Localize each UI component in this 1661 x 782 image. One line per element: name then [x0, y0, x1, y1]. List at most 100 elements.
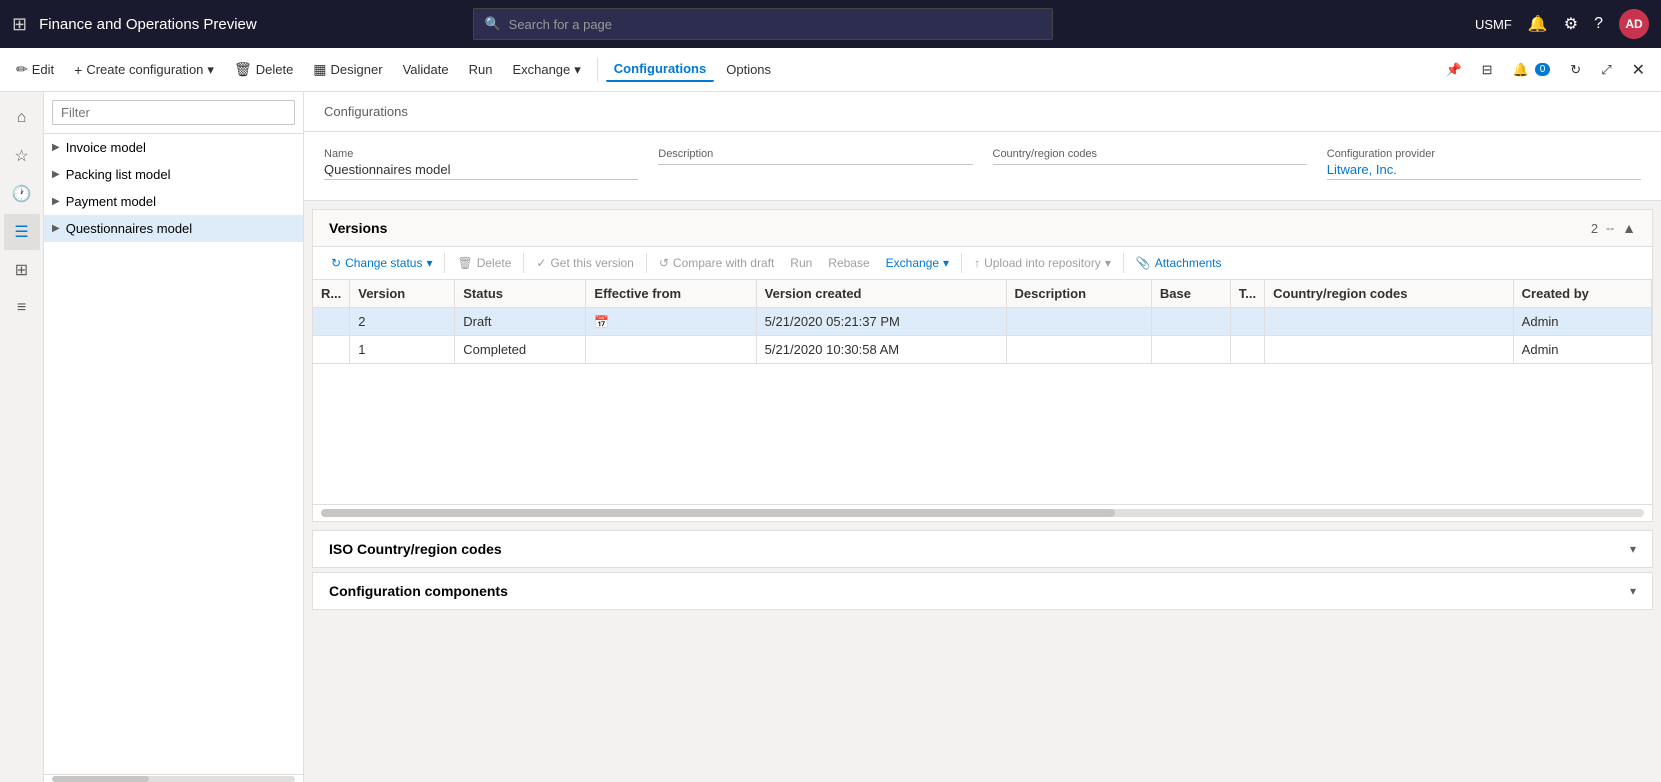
search-input[interactable] [509, 17, 1043, 32]
country-region-value [993, 162, 1307, 165]
settings-icon[interactable]: ⚙ [1564, 14, 1578, 34]
row-base [1151, 308, 1230, 336]
separator [597, 58, 598, 82]
delete-button[interactable]: 🗑 Delete [226, 57, 301, 82]
badge-button[interactable]: 🔔0 [1505, 58, 1559, 82]
versions-table: R... Version Status Effective from Versi… [313, 280, 1652, 364]
change-status-button[interactable]: ↻ Change status ▾ [325, 253, 438, 273]
open-button[interactable]: ⤢ [1593, 58, 1619, 82]
tree-filter-area [44, 92, 303, 134]
description-value [658, 162, 972, 165]
designer-button[interactable]: ▦ Designer [305, 57, 390, 82]
get-this-version-button[interactable]: ✓ Get this version [530, 253, 639, 273]
vtb-exchange-button[interactable]: Exchange ▾ [880, 253, 955, 273]
name-label: Name [324, 148, 638, 160]
notification-badge: 0 [1535, 63, 1551, 76]
form-section: Name Questionnaires model Description Co… [304, 132, 1661, 201]
tree-item-packing[interactable]: ▶ Packing list model [44, 161, 303, 188]
row-description [1006, 336, 1151, 364]
row-t [1230, 336, 1264, 364]
pin-button[interactable]: 📌 [1437, 58, 1469, 82]
notification-icon[interactable]: 🔔 [1528, 14, 1548, 34]
exchange-chevron-icon: ▾ [574, 62, 581, 78]
refresh-button[interactable]: ↻ [1562, 58, 1589, 82]
help-icon[interactable]: ? [1594, 15, 1603, 33]
calendar-icon[interactable]: 📅 [594, 315, 609, 329]
plus-icon: + [74, 62, 82, 78]
row-indicator [313, 308, 350, 336]
tree-item-questionnaires[interactable]: ▶ Questionnaires model [44, 215, 303, 242]
row-effective-from: 📅 [586, 308, 756, 336]
sidebar-list-icon[interactable]: ≡ [4, 290, 40, 326]
sidebar-recent-icon[interactable]: 🕐 [4, 176, 40, 212]
exchange-button[interactable]: Exchange ▾ [504, 58, 588, 82]
versions-collapse-icon[interactable]: ▲ [1622, 220, 1636, 236]
edit-button[interactable]: ✏ Edit [8, 57, 62, 82]
toolbar-separator-1 [444, 253, 445, 273]
create-configuration-button[interactable]: + Create configuration ▾ [66, 58, 222, 82]
close-button[interactable]: ✕ [1624, 56, 1653, 84]
get-version-icon: ✓ [536, 256, 546, 270]
validate-button[interactable]: Validate [395, 58, 457, 81]
compare-with-draft-button[interactable]: ↺ Compare with draft [653, 253, 780, 273]
delete-icon: 🗑 [234, 61, 252, 78]
attachments-button[interactable]: 📎 Attachments [1130, 253, 1228, 273]
col-r: R... [313, 280, 350, 308]
description-label: Description [658, 148, 972, 160]
upload-repository-button[interactable]: ↑ Upload into repository ▾ [968, 253, 1117, 273]
versions-table-scroll: R... Version Status Effective from Versi… [313, 280, 1652, 364]
tree-item-invoice[interactable]: ▶ Invoice model [44, 134, 303, 161]
vtb-delete-button[interactable]: 🗑 Delete [451, 253, 517, 273]
provider-label: Configuration provider [1327, 148, 1641, 160]
versions-dash: -- [1606, 221, 1614, 235]
search-icon: 🔍 [484, 16, 500, 32]
components-title: Configuration components [329, 583, 1630, 599]
versions-section: Versions 2 -- ▲ ↻ Change status ▾ 🗑 Dele… [312, 209, 1653, 522]
table-empty-area [313, 364, 1652, 504]
user-avatar[interactable]: AD [1619, 9, 1649, 39]
sidebar-filter-icon[interactable]: ☰ [4, 214, 40, 250]
sidebar-home-icon[interactable]: ⌂ [4, 100, 40, 136]
rebase-button[interactable]: Rebase [822, 253, 875, 273]
name-field: Name Questionnaires model [324, 148, 638, 180]
grid-icon[interactable]: ⊞ [12, 14, 27, 35]
tree-panel: ▶ Invoice model ▶ Packing list model ▶ P… [44, 92, 304, 782]
layout-button[interactable]: ⊟ [1474, 58, 1501, 82]
tree-items: ▶ Invoice model ▶ Packing list model ▶ P… [44, 134, 303, 774]
top-nav-right: USMF 🔔 ⚙ ? AD [1475, 9, 1649, 39]
sidebar-icons: ⌂ ☆ 🕐 ☰ ⊞ ≡ [0, 92, 44, 782]
hscroll-bar[interactable] [321, 509, 1644, 517]
col-version-created: Version created [756, 280, 1006, 308]
row-effective-from [586, 336, 756, 364]
row-version: 2 [350, 308, 455, 336]
tree-filter-input[interactable] [52, 100, 295, 125]
action-bar-right: 📌 ⊟ 🔔0 ↻ ⤢ ✕ [1437, 56, 1653, 84]
configurations-tab[interactable]: Configurations [606, 57, 714, 82]
hscroll-area [313, 504, 1652, 521]
content-header: Configurations [304, 92, 1661, 132]
chevron-right-icon: ▶ [52, 223, 60, 234]
toolbar-separator-3 [646, 253, 647, 273]
vtb-run-button[interactable]: Run [784, 253, 818, 273]
sidebar-favorites-icon[interactable]: ☆ [4, 138, 40, 174]
components-header[interactable]: Configuration components ▾ [313, 573, 1652, 609]
options-button[interactable]: Options [718, 58, 779, 81]
chevron-right-icon: ▶ [52, 142, 60, 153]
iso-header[interactable]: ISO Country/region codes ▾ [313, 531, 1652, 567]
table-row[interactable]: 1 Completed 5/21/2020 10:30:58 AM Admin [313, 336, 1652, 364]
hscroll-thumb[interactable] [321, 509, 1115, 517]
run-button[interactable]: Run [461, 58, 501, 81]
row-country-region [1265, 308, 1514, 336]
tree-item-payment[interactable]: ▶ Payment model [44, 188, 303, 215]
country-region-label: Country/region codes [993, 148, 1307, 160]
toolbar-separator-5 [1123, 253, 1124, 273]
table-row[interactable]: 2 Draft 📅 5/21/2020 05:21:37 PM Admin [313, 308, 1652, 336]
row-country-region [1265, 336, 1514, 364]
sidebar-workspace-icon[interactable]: ⊞ [4, 252, 40, 288]
toolbar-separator-4 [961, 253, 962, 273]
search-box[interactable]: 🔍 [473, 8, 1053, 40]
components-section: Configuration components ▾ [312, 572, 1653, 610]
vtb-exchange-chevron: ▾ [943, 256, 949, 270]
chevron-right-icon: ▶ [52, 169, 60, 180]
components-chevron-icon: ▾ [1630, 584, 1636, 598]
